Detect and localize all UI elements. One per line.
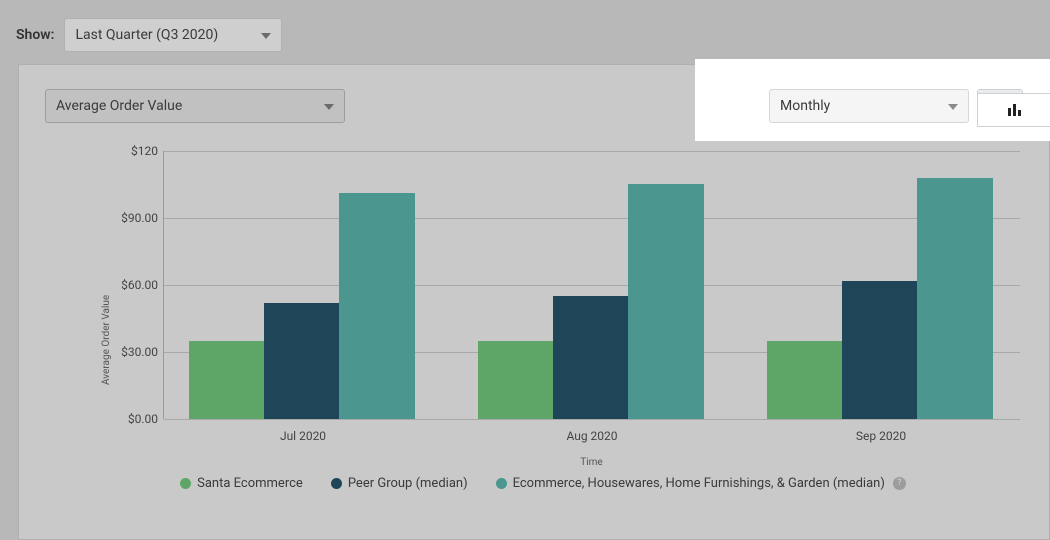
legend-swatch [180, 478, 191, 489]
top-bar: Show: Last Quarter (Q3 2020) [0, 0, 1050, 66]
legend-swatch [496, 478, 507, 489]
bar-series-c [917, 178, 993, 419]
bar-series-a [478, 341, 554, 419]
caret-down-icon [324, 98, 334, 114]
caret-down-icon [948, 98, 958, 114]
x-tick: Jul 2020 [280, 429, 326, 443]
legend-label: Ecommerce, Housewares, Home Furnishings,… [513, 476, 885, 491]
interval-select-value: Monthly [780, 98, 830, 114]
bar-series-a [189, 341, 265, 419]
gridline [164, 419, 1020, 420]
y-tick: $60.00 [108, 278, 158, 292]
y-tick: $0.00 [108, 412, 158, 426]
y-tick: $90.00 [108, 211, 158, 225]
bar-series-b [553, 296, 629, 419]
bar-series-a [767, 341, 843, 419]
metric-select-value: Average Order Value [56, 98, 182, 114]
bar-series-c [339, 193, 415, 419]
metric-select[interactable]: Average Order Value [45, 89, 345, 123]
period-select[interactable]: Last Quarter (Q3 2020) [64, 18, 282, 52]
y-axis-title: Average Order Value [101, 295, 112, 385]
help-icon[interactable]: ? [893, 477, 906, 490]
gridline [164, 218, 1020, 219]
bar-chart-icon [1007, 101, 1023, 120]
bar-series-b [264, 303, 340, 419]
caret-down-icon [261, 27, 271, 43]
legend-label: Santa Ecommerce [197, 476, 303, 491]
period-select-value: Last Quarter (Q3 2020) [75, 27, 218, 43]
legend-swatch [331, 478, 342, 489]
chart-card: Average Order Value Monthly [18, 64, 1050, 540]
view-toggle [977, 89, 1023, 123]
legend-label: Peer Group (median) [348, 476, 468, 491]
chart-plot: $0.00 $30.00 $60.00 $90.00 $120 Jul 2020… [163, 151, 1019, 419]
right-controls: Monthly [769, 89, 1023, 123]
bar-series-c [628, 184, 704, 419]
show-label: Show: [16, 27, 54, 43]
y-tick: $120 [108, 144, 158, 158]
bar-view-button[interactable] [977, 93, 1023, 123]
bar-series-b [842, 281, 918, 419]
x-tick: Sep 2020 [856, 429, 906, 443]
chart-area: Average Order Value $0.00 $30.00 $60.00 … [63, 145, 1023, 485]
x-tick: Aug 2020 [566, 429, 617, 443]
x-axis-title: Time [580, 457, 602, 468]
interval-select[interactable]: Monthly [769, 89, 969, 123]
y-tick: $30.00 [108, 345, 158, 359]
card-header: Average Order Value Monthly [19, 65, 1049, 127]
gridline [164, 151, 1020, 152]
